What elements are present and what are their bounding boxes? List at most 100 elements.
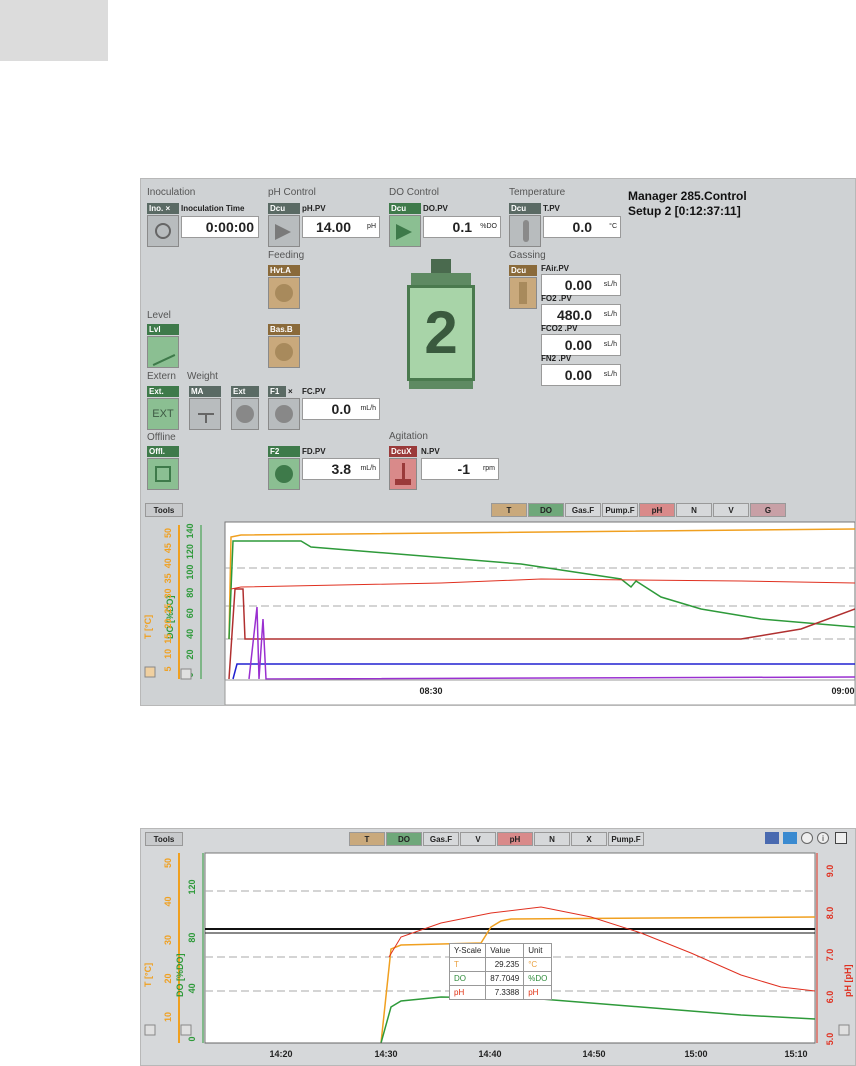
do-pv-number: 0.1 [452, 219, 472, 235]
gas-flow-unit: sL/h [603, 371, 617, 378]
level-sensor-icon[interactable] [147, 336, 179, 368]
do-tick-label: 40 [185, 629, 195, 639]
trend-chart[interactable]: T [°C] DO [%DO] 5101520253035404550 0204… [141, 519, 855, 705]
t-tick-label-2: 40 [163, 896, 173, 906]
do-tick-label: 60 [185, 608, 195, 618]
tools-button-2[interactable]: Tools [145, 832, 183, 846]
trend-button-t[interactable]: T [491, 503, 527, 517]
agitation-pv-label: N.PV [421, 447, 440, 456]
trend-button-g[interactable]: G [750, 503, 786, 517]
trend-button-v[interactable]: V [713, 503, 749, 517]
trend-button-n[interactable]: N [534, 832, 570, 846]
ph-tick-label-2: 8.0 [825, 907, 835, 920]
x-tick-label-2: 14:30 [374, 1049, 397, 1059]
network-icon[interactable] [783, 832, 797, 844]
feeding-tag-a[interactable]: Hvt.A [268, 265, 300, 276]
trend-button-ph[interactable]: pH [639, 503, 675, 517]
gassing-controller-tag[interactable]: Dcu [509, 265, 537, 276]
ext-pump-icon[interactable] [231, 398, 259, 430]
agitation-section-label: Agitation [389, 431, 428, 442]
gas-flow-unit: sL/h [603, 341, 617, 348]
do-pv-value: 0.1 %DO [423, 216, 501, 238]
fc-close-icon[interactable]: × [288, 386, 293, 397]
window-icon[interactable] [835, 832, 847, 844]
scale-icon[interactable] [189, 398, 221, 430]
x-tick-label-2: 14:50 [582, 1049, 605, 1059]
fd-pump-icon[interactable] [268, 458, 300, 490]
do-tick-label-2: 0 [187, 1036, 197, 1041]
tooltip-header-value: Value [485, 943, 525, 958]
t-scale-button[interactable] [144, 666, 156, 678]
ph-control-icon[interactable] [268, 215, 300, 247]
info-icon[interactable]: i [817, 832, 829, 844]
gas-flow-label: FAir.PV [541, 264, 570, 273]
tools-button[interactable]: Tools [145, 503, 183, 517]
tooltip-header-yscale: Y-Scale [448, 943, 487, 958]
gas-flow-label: FCO2 .PV [541, 324, 578, 333]
trend-button-t[interactable]: T [349, 832, 385, 846]
trend-button-ph[interactable]: pH [497, 832, 533, 846]
thermometer-icon[interactable] [509, 215, 541, 247]
trend-button-n[interactable]: N [676, 503, 712, 517]
mail-icon[interactable] [765, 832, 779, 844]
trend-button-do[interactable]: DO [386, 832, 422, 846]
trend-button-pumpf[interactable]: Pump.F [602, 503, 638, 517]
fd-pump-tag[interactable]: F2 [268, 446, 300, 457]
feeding-tag-b[interactable]: Bas.B [268, 324, 300, 335]
trend-button-v[interactable]: V [460, 832, 496, 846]
gas-bottle-icon[interactable] [509, 277, 537, 309]
gas-flow-number: 480.0 [556, 307, 592, 323]
do-axis-label: DO [%DO] [165, 596, 175, 640]
t-tick-label-2: 20 [163, 973, 173, 983]
extern-icon[interactable]: EXT [147, 398, 179, 430]
trend-button-do[interactable]: DO [528, 503, 564, 517]
inoculation-tag[interactable]: Ino. × [147, 203, 179, 214]
fc-pv-label: FC.PV [302, 387, 326, 396]
do-controller-tag[interactable]: Dcu [389, 203, 421, 214]
agitation-controller-tag[interactable]: DcuX [389, 446, 417, 457]
tooltip-do-name: DO [448, 971, 487, 986]
pump-b-icon[interactable] [268, 336, 300, 368]
pump-a-icon[interactable] [268, 277, 300, 309]
level-tag[interactable]: Lvl [147, 324, 179, 335]
tooltip-row-do: DO 87.7049 %DO [448, 971, 553, 986]
tooltip-ph-value: 7.3388 [485, 985, 525, 1000]
do-control-icon[interactable] [389, 215, 421, 247]
ph-scale-button-2[interactable] [838, 1024, 850, 1036]
ext-pump-tag[interactable]: Ext [231, 386, 259, 397]
extern-tag[interactable]: Ext. [147, 386, 179, 397]
weight-tag[interactable]: MA [189, 386, 221, 397]
t-tick-label: 40 [163, 558, 173, 568]
t-axis-label: T [°C] [143, 615, 153, 639]
t-tick-label: 50 [163, 528, 173, 538]
offline-icon[interactable] [147, 458, 179, 490]
trend-button-x[interactable]: X [571, 832, 607, 846]
trend-button-pumpf[interactable]: Pump.F [608, 832, 644, 846]
trend-button-gasf[interactable]: Gas.F [565, 503, 601, 517]
t-axis-label-2: T [°C] [143, 963, 153, 987]
temperature-section-label: Temperature [509, 187, 566, 198]
offline-tag[interactable]: Offl. [147, 446, 179, 457]
temperature-controller-tag[interactable]: Dcu [509, 203, 541, 214]
ph-controller-tag[interactable]: Dcu [268, 203, 300, 214]
trend-button-gasf[interactable]: Gas.F [423, 832, 459, 846]
do-tick-label-2: 40 [187, 983, 197, 993]
tooltip-row-t: T 29.235 °C [448, 957, 553, 972]
fc-pump-icon[interactable] [268, 398, 300, 430]
do-scale-button-2[interactable] [180, 1024, 192, 1036]
clock-icon[interactable] [147, 215, 179, 247]
bioreactor-vessel-icon[interactable]: 2 [401, 259, 481, 399]
t-scale-button-2[interactable] [144, 1024, 156, 1036]
x-tick-label-2: 14:40 [478, 1049, 501, 1059]
temperature-unit: °C [609, 223, 617, 230]
do-scale-button[interactable] [180, 668, 192, 680]
control-panel: Inoculation Ino. × Inoculation Time 0:00… [140, 178, 856, 706]
t-ticks-2: 10 20 30 40 50 [163, 858, 173, 1022]
tooltip-ph-unit: pH [523, 985, 553, 1000]
vessel-number: 2 [424, 299, 458, 366]
stirrer-icon[interactable] [389, 458, 417, 490]
fc-pump-tag[interactable]: F1 [268, 386, 286, 397]
tooltip-t-value: 29.235 [485, 957, 525, 972]
agitation-pv-number: -1 [457, 461, 470, 477]
clock-icon-2[interactable] [801, 832, 813, 844]
